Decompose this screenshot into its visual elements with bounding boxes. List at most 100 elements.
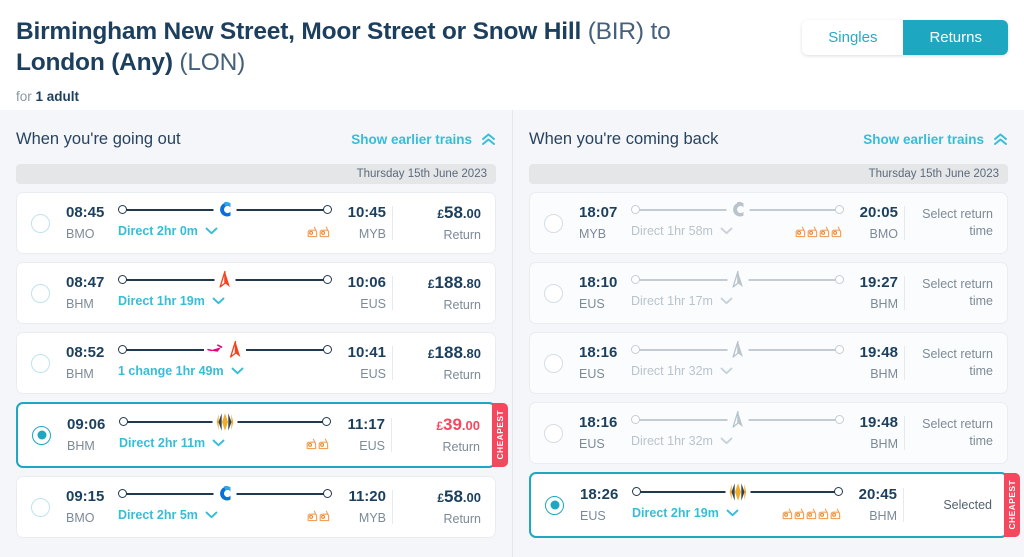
train-select-radio[interactable]: [544, 423, 563, 443]
journey-track: [631, 410, 844, 429]
train-select-radio[interactable]: [544, 283, 563, 303]
departure-time: 18:10: [579, 273, 618, 291]
arrival-station-code: MYB: [358, 511, 386, 526]
price-block: £58.00 Return: [403, 203, 483, 241]
chevron-down-icon[interactable]: [726, 509, 739, 517]
chevron-down-icon[interactable]: [205, 511, 218, 519]
crowding-indicator-icon: [818, 508, 829, 520]
train-row[interactable]: 18:16 EUS Direct 1hr 32m 19:48 BHM Selec…: [529, 402, 1008, 464]
journey-duration-toggle[interactable]: 1 change 1hr 49m: [118, 364, 244, 378]
departure-block: 08:47 BHM: [66, 274, 112, 311]
outbound-date-label: Thursday 15th June 2023: [356, 168, 487, 180]
train-select-radio[interactable]: [32, 425, 51, 445]
train-select-radio[interactable]: [544, 213, 563, 233]
outbound-show-earlier-trains[interactable]: Show earlier trains: [351, 132, 496, 147]
row-divider: [904, 276, 905, 310]
journey-track: [632, 482, 843, 502]
train-row[interactable]: 18:10 EUS Direct 1hr 17m 19:27 BHM Selec…: [529, 262, 1008, 324]
singles-toggle-button[interactable]: Singles: [802, 20, 904, 55]
return-action-label[interactable]: Select return time: [915, 416, 995, 450]
return-action-label[interactable]: Select return time: [915, 206, 995, 240]
chevron-down-icon: [720, 227, 733, 235]
train-select-radio[interactable]: [31, 353, 50, 373]
train-row[interactable]: 09:06 BHM Direct 2hr 11m 11:17 EUS £39.0…: [16, 402, 508, 468]
arrival-station-code: BHM: [870, 297, 898, 312]
journey-duration-toggle[interactable]: Direct 2hr 5m: [118, 508, 218, 522]
chevron-down-icon: [720, 297, 733, 305]
return-action-label[interactable]: Select return time: [915, 276, 995, 310]
destination-station-code: (LON): [179, 49, 246, 77]
departure-station-code: EUS: [579, 297, 605, 312]
arrival-time: 11:17: [347, 415, 385, 433]
journey-start-dot: [631, 414, 640, 424]
journey-duration-toggle[interactable]: Direct 1hr 19m: [118, 294, 225, 308]
inbound-column: When you're coming back Show earlier tra…: [512, 110, 1024, 557]
arrival-block: 20:05 BMO: [850, 203, 898, 241]
return-action-label[interactable]: Select return time: [915, 346, 995, 380]
arrival-block: 19:27 BHM: [850, 274, 898, 312]
returns-toggle-button[interactable]: Returns: [903, 20, 1008, 55]
journey-duration-toggle[interactable]: Direct 2hr 19m: [632, 506, 739, 520]
arrival-time: 10:41: [347, 343, 386, 361]
arrival-block: 10:45 MYB: [338, 204, 386, 241]
journey-duration-toggle[interactable]: Direct 2hr 0m: [118, 224, 218, 238]
outbound-show-earlier-label: Show earlier trains: [351, 131, 472, 147]
fare-type-toggle[interactable]: Singles Returns: [802, 20, 1008, 55]
departure-time: 18:16: [579, 413, 618, 431]
london-northwestern-railway-logo: [729, 483, 746, 501]
train-select-radio[interactable]: [545, 495, 564, 515]
chevron-down-icon: [720, 437, 733, 445]
arrival-time: 20:05: [859, 203, 898, 221]
price-block: £188.80 Return: [403, 273, 483, 311]
departure-block: 09:06 BHM: [67, 415, 113, 453]
title-to-word: to: [650, 18, 671, 45]
arrival-station-code: BHM: [870, 437, 898, 452]
avanti-west-coast-logo: [731, 270, 743, 288]
crowding-indicator-icon: [307, 510, 318, 522]
chiltern-railways-logo: [220, 201, 231, 217]
train-select-radio[interactable]: [31, 283, 50, 303]
row-divider: [392, 346, 393, 380]
chevron-down-icon[interactable]: [212, 297, 225, 305]
crowding-indicator-icon: [782, 508, 793, 520]
inbound-show-earlier-trains[interactable]: Show earlier trains: [863, 132, 1008, 147]
arrival-block: 19:48 BHM: [850, 344, 898, 381]
train-row[interactable]: 18:07 MYB Direct 1hr 58m 20:05 BMO Selec…: [529, 192, 1008, 254]
train-row[interactable]: 08:47 BHM Direct 1hr 19m 10:06 EUS £188.…: [16, 262, 496, 324]
journey-duration-label: Direct 1hr 32m: [631, 434, 713, 448]
train-row[interactable]: 18:26 EUS Direct 2hr 19m 20:45 BHM Selec…: [529, 472, 1020, 538]
departure-time: 18:26: [580, 485, 619, 503]
train-row[interactable]: 08:45 BMO Direct 2hr 0m 10:45 MYB £58.00…: [16, 192, 496, 254]
price-caption: Return: [442, 439, 480, 454]
price-value: £188.80: [427, 273, 481, 293]
departure-time: 09:06: [67, 415, 106, 433]
journey-end-dot: [835, 344, 844, 354]
journey-end-dot: [323, 488, 332, 498]
train-select-radio[interactable]: [31, 213, 50, 233]
arrival-block: 11:20 MYB: [338, 488, 386, 526]
price-block: £58.00 Return: [403, 487, 483, 525]
journey-start-dot: [631, 344, 640, 354]
train-row[interactable]: 08:52 BHM 1 change 1hr 49m 10:41 EUS £18…: [16, 332, 496, 394]
crowding-indicator-icon: [795, 226, 806, 238]
chevron-down-icon[interactable]: [231, 367, 244, 375]
price-value: £58.00: [437, 487, 481, 507]
crowding-indicator-icon: [319, 510, 330, 522]
train-select-radio[interactable]: [544, 353, 563, 373]
chevron-down-icon[interactable]: [212, 439, 225, 447]
journey-graphic: Direct 1hr 32m: [631, 340, 844, 386]
return-action-label[interactable]: Selected: [914, 497, 994, 514]
journey-track: [631, 340, 844, 359]
arrival-station-code: EUS: [359, 439, 385, 454]
train-row[interactable]: 09:15 BMO Direct 2hr 5m 11:20 MYB £58.00…: [16, 476, 496, 538]
journey-duration-toggle[interactable]: Direct 2hr 11m: [119, 436, 225, 450]
journey-graphic: Direct 2hr 19m: [632, 482, 843, 528]
train-select-radio[interactable]: [31, 497, 50, 517]
train-row[interactable]: 18:16 EUS Direct 1hr 32m 19:48 BHM Selec…: [529, 332, 1008, 394]
journey-graphic: 1 change 1hr 49m: [118, 340, 332, 386]
chevron-down-icon[interactable]: [205, 227, 218, 235]
row-divider: [392, 276, 393, 310]
arrival-block: 20:45 BHM: [849, 486, 897, 523]
arrival-time: 19:48: [859, 413, 898, 431]
journey-track: [118, 340, 332, 359]
